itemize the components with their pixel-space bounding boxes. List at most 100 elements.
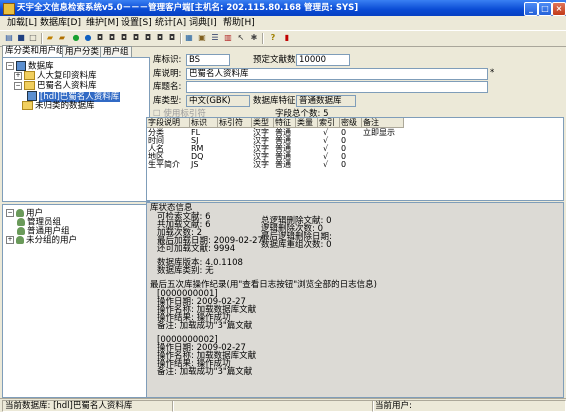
col-header[interactable]: 标识 [190,118,218,128]
grid-cell[interactable]: 汉字 [253,161,269,169]
type-label: 库类型: [153,96,182,106]
type-field: 中文(GBK) [186,95,250,107]
record-icon[interactable]: ◘ [107,33,117,43]
col-header[interactable]: 索引 [318,118,340,128]
record-icon[interactable]: ◘ [131,33,141,43]
record-icon[interactable]: ◘ [155,33,165,43]
minimize-button[interactable]: _ [524,2,538,16]
menu-settings[interactable]: 设置[S] [119,17,154,29]
blue-circle-icon[interactable]: ● [83,33,93,43]
folder-icon [24,71,35,80]
new-icon[interactable]: □ [28,33,38,43]
status-current-user: 当前用户: [372,400,566,412]
tree-item-renda[interactable]: + 人大复印资料库 [14,71,97,81]
menu-statistics[interactable]: 统计[A] [153,17,188,29]
collapse-icon[interactable]: − [14,81,22,90]
grid-icon[interactable]: ▦ [184,33,194,43]
expand-icon[interactable]: + [14,71,22,80]
cursor-icon[interactable]: ↖ [236,33,246,43]
tree-item-bashu[interactable]: − 巴蜀名人资料库 [14,81,97,91]
save-icon[interactable]: ■ [16,33,26,43]
tree-root-database[interactable]: − 数据库 [6,61,54,71]
col-header[interactable]: 标引符 [218,118,252,128]
required-mark: * [490,68,495,78]
maximize-button[interactable]: □ [538,2,552,16]
status-empty [172,400,374,412]
user-tree: − 用户 管理员组 普通用户组 + 未分组的用户 [2,204,150,398]
desc-label: 库说明: [153,69,182,79]
record-icon[interactable]: ◘ [119,33,129,43]
col-header[interactable]: 类型 [252,118,274,128]
users-icon [16,209,24,217]
col-header[interactable]: 备注 [362,118,404,128]
open-icon[interactable]: ▰ [57,33,67,43]
folder-icon[interactable]: ▰ [45,33,55,43]
record-icon[interactable]: ◘ [167,33,177,43]
user-group-icon [17,218,25,226]
window-title: 天宇全文信息检索系统v5.0－－－管理客户端[主机名: 202.115.80.1… [17,3,359,13]
user-group-icon [16,236,24,244]
tree-item-uncategorized[interactable]: 未归类的数据库 [22,101,95,111]
preset-label: 预定文献数: [253,55,299,65]
folder-open-icon [24,81,35,90]
grid-cell[interactable]: 0 [341,161,346,169]
grid-cell[interactable]: JS [191,161,198,169]
list-icon[interactable]: ☰ [210,33,220,43]
grid-cell[interactable]: 生平简介 [148,161,180,169]
collapse-icon[interactable]: − [6,62,14,70]
database-icon [16,61,26,71]
status-bar: 当前数据库: [hdl]巴蜀名人资料库 当前用户: [0,398,566,412]
menu-bar: 加载[L] 数据库[D] 维护[M] 设置[S] 统计[A] 词典[I] 帮助[… [0,16,566,31]
title-label: 库题名: [153,82,182,92]
lock-icon[interactable]: ▣ [197,33,207,43]
database-icon [27,91,37,101]
app-icon [3,3,15,15]
col-header[interactable]: 字段说明 [147,118,190,128]
tab-library-groups[interactable]: 库分类和用户组 [2,45,68,57]
title-field[interactable] [186,81,488,93]
folder-icon [22,101,33,110]
desc-field[interactable]: 巴蜀名人资料库 [186,68,488,80]
database-icon[interactable]: ▤ [4,33,14,43]
tab-user-group[interactable]: 用户组 [100,46,132,57]
lib-id-field[interactable]: BS [186,54,230,66]
help-icon[interactable]: ? [268,33,278,43]
menu-help[interactable]: 帮助[H] [221,17,257,29]
menu-maintain[interactable]: 维护[M] [84,17,121,29]
grid-cell[interactable]: √ [323,161,328,169]
user-group-ungrouped[interactable]: + 未分组的用户 [6,236,77,245]
record-icon[interactable]: ◘ [143,33,153,43]
col-header[interactable]: 特征 [274,118,296,128]
collapse-icon[interactable]: − [6,209,14,217]
col-header[interactable]: 密级 [340,118,362,128]
status-line: 数据库重组次数: 0 [261,240,332,250]
db-category: 数据库类别: 无 [157,266,214,276]
col-header[interactable]: 类量 [296,118,318,128]
user-group-icon [17,227,25,235]
left-tabs: 库分类和用户组 用户分类 用户组 [2,45,148,57]
grid-cell[interactable]: 普通 [275,161,291,169]
feature-label: 数据库特征: [253,96,299,106]
fields-grid: 字段说明 标识 标引符 类型 特征 类量 索引 密级 备注 分类 FL 汉字 普通 √ 0… [146,117,564,201]
menu-dictionary[interactable]: 词典[I] [187,17,219,29]
log-line: 备注: 加载成功"3"篇文献 [157,321,253,331]
lib-id-label: 库标识: [153,55,182,65]
log-line: 备注: 加载成功"3"篇文献 [157,367,253,377]
grid-cell[interactable]: 立即显示 [363,129,395,137]
green-circle-icon[interactable]: ● [71,33,81,43]
tree-item-bashu-hdl[interactable]: [hdl]巴蜀名人资料库 [27,91,121,102]
close-button[interactable]: × [552,2,566,16]
menu-database[interactable]: 数据库[D] [38,17,83,29]
status-current-db: 当前数据库: [hdl]巴蜀名人资料库 [2,400,174,412]
expand-icon[interactable]: + [6,236,14,244]
record-icon[interactable]: ◘ [95,33,105,43]
tools-icon[interactable]: ✱ [249,33,259,43]
toolbar: ▤ ■ □ ▰ ▰ ● ● ◘ ◘ ◘ ◘ ◘ ◘ ◘ ▦ ▣ ☰ ▥ ↖ ✱ … [0,31,566,47]
tab-user-category[interactable]: 用户分类 [62,46,103,57]
library-status-panel: 库状态信息 可检索文献: 6 共加载文献: 6 加载次数: 2 最后加载日期: … [146,202,564,398]
preset-field[interactable]: 10000 [296,54,350,66]
chart-icon[interactable]: ▥ [223,33,233,43]
menu-load[interactable]: 加载[L] [5,17,39,29]
database-tree: − 数据库 + 人大复印资料库 − 巴蜀名人资料库 [hdl]巴蜀名人资料库 未归类的… [2,57,150,202]
delete-icon[interactable]: ▮ [282,33,292,43]
